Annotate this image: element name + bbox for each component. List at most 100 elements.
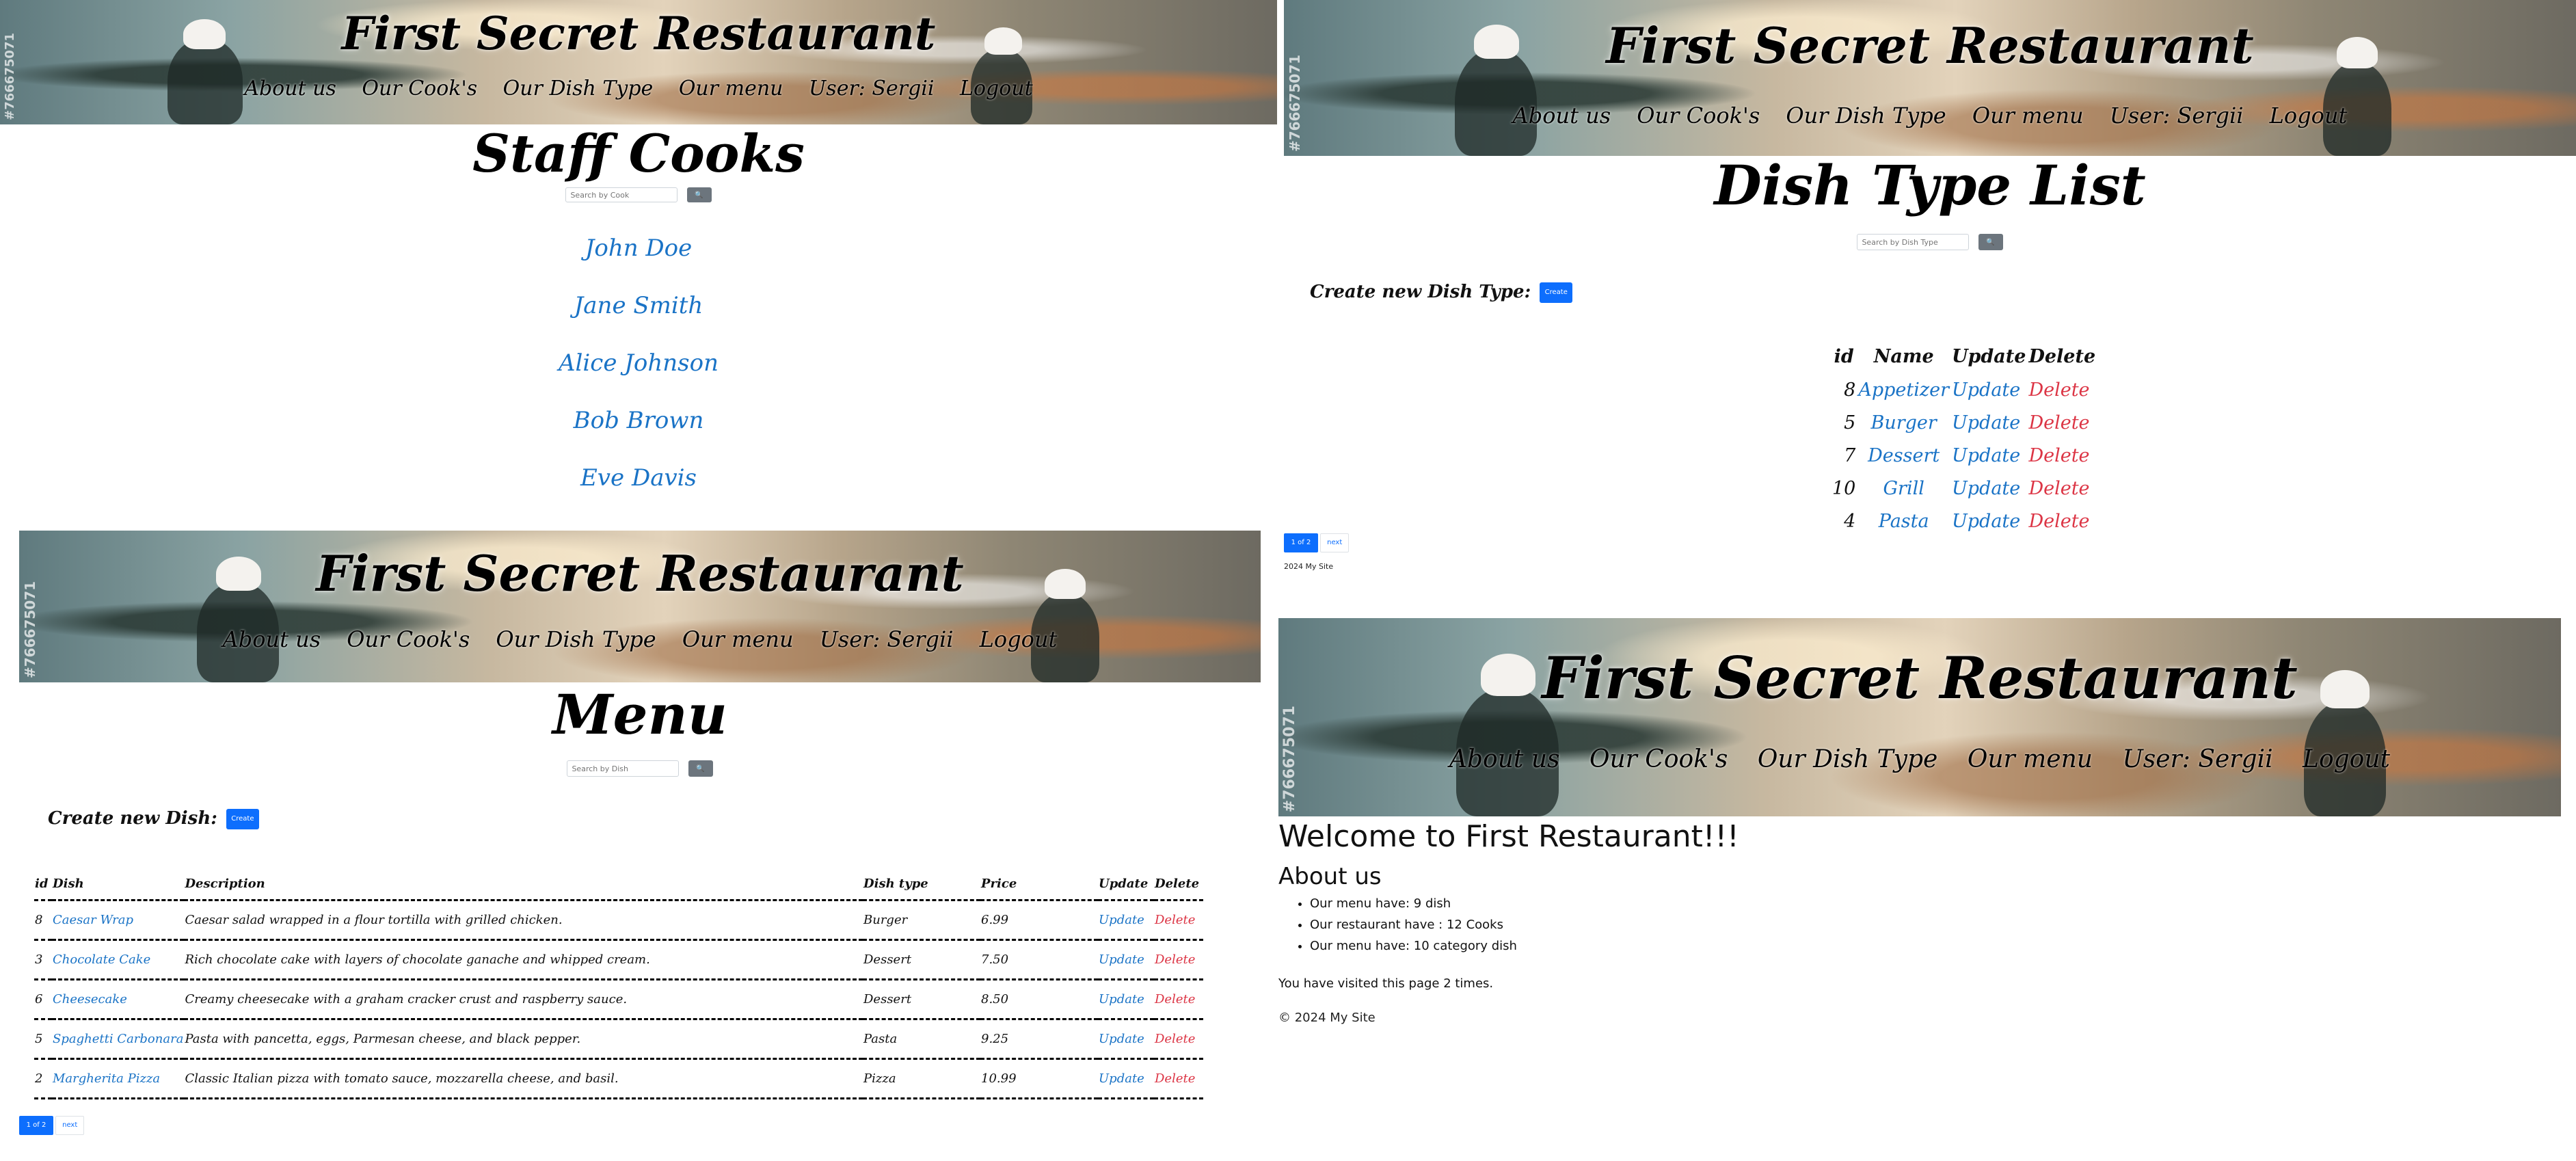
search-input[interactable] <box>567 760 680 777</box>
cook-link[interactable]: John Doe <box>585 235 693 262</box>
nav-menu[interactable]: Our menu <box>682 626 794 652</box>
nav-menu[interactable]: Our menu <box>1968 745 2093 773</box>
create-dish-type-row: Create new Dish Type: Create <box>1310 282 1573 303</box>
cell-description: Creamy cheesecake with a graham cracker … <box>184 979 863 1020</box>
dish-link[interactable]: Spaghetti Carbonara <box>53 1032 183 1046</box>
pagination: 1 of 2 next <box>19 1116 85 1135</box>
table-row: 3 Chocolate Cake Rich chocolate cake wit… <box>34 939 1203 980</box>
col-update: Update <box>1098 868 1154 901</box>
table-row: 10 Grill Update Delete <box>1831 472 2097 505</box>
page-next[interactable]: next <box>55 1116 85 1135</box>
dish-link[interactable]: Caesar Wrap <box>53 913 133 927</box>
delete-link[interactable]: Delete <box>1155 1071 1195 1086</box>
nav-user[interactable]: User: Sergii <box>809 77 934 101</box>
page-next[interactable]: next <box>1320 533 1350 552</box>
dish-link[interactable]: Chocolate Cake <box>53 952 150 967</box>
delete-link[interactable]: Delete <box>2028 379 2089 401</box>
cooks-page-panel: #766675071 First Secret Restaurant About… <box>0 0 1277 526</box>
create-button[interactable]: Create <box>1540 282 1573 303</box>
search-button[interactable]: 🔍 <box>688 760 713 777</box>
search-button[interactable]: 🔍 <box>686 187 712 202</box>
cook-link[interactable]: Alice Johnson <box>559 349 719 377</box>
search-input[interactable] <box>565 187 678 202</box>
update-link[interactable]: Update <box>1099 1071 1144 1086</box>
nav-cooks[interactable]: Our Cook's <box>362 77 477 101</box>
delete-link[interactable]: Delete <box>2028 511 2089 532</box>
nav-logout[interactable]: Logout <box>960 77 1033 101</box>
update-link[interactable]: Update <box>1952 379 2020 401</box>
stats-list: Our menu have: 9 dish Our restaurant hav… <box>1278 893 1517 957</box>
list-item: Our menu have: 9 dish <box>1310 893 1517 914</box>
dish-type-link[interactable]: Appetizer <box>1858 379 1949 401</box>
page-current: 1 of 2 <box>19 1116 53 1135</box>
update-link[interactable]: Update <box>1952 445 2020 466</box>
nav-about[interactable]: About us <box>223 626 321 652</box>
nav-menu[interactable]: Our menu <box>679 77 783 101</box>
dish-type-page-panel: #766675071 First Secret Restaurant About… <box>1284 0 2576 595</box>
page-title: Menu <box>552 682 727 747</box>
cell-description: Classic Italian pizza with tomato sauce,… <box>184 1058 863 1099</box>
table-row: 8 Appetizer Update Delete <box>1831 373 2097 406</box>
update-link[interactable]: Update <box>1952 511 2020 532</box>
nav-cooks[interactable]: Our Cook's <box>1589 745 1728 773</box>
cell-id: 8 <box>34 900 52 941</box>
nav-dish-type[interactable]: Our Dish Type <box>503 77 654 101</box>
cook-link[interactable]: Bob Brown <box>574 407 704 434</box>
update-link[interactable]: Update <box>1099 913 1144 927</box>
nav-dish-type[interactable]: Our Dish Type <box>1758 745 1938 773</box>
update-link[interactable]: Update <box>1099 1032 1144 1046</box>
dish-type-link[interactable]: Dessert <box>1868 445 1940 466</box>
cell-price: 10.99 <box>980 1058 1098 1099</box>
search-input[interactable] <box>1857 234 1970 250</box>
dish-link[interactable]: Margherita Pizza <box>53 1071 160 1086</box>
delete-link[interactable]: Delete <box>1155 952 1195 967</box>
nav-cooks[interactable]: Our Cook's <box>1637 103 1760 129</box>
cell-description: Caesar salad wrapped in a flour tortilla… <box>184 900 863 941</box>
dish-link[interactable]: Cheesecake <box>53 992 127 1006</box>
update-link[interactable]: Update <box>1952 478 2020 499</box>
create-button[interactable]: Create <box>226 809 259 829</box>
nav-logout[interactable]: Logout <box>2303 745 2390 773</box>
cook-link[interactable]: Eve Davis <box>580 464 697 492</box>
footer: 2024 My Site <box>1284 562 1334 571</box>
nav-about[interactable]: About us <box>244 77 336 101</box>
cook-link[interactable]: Jane Smith <box>574 292 703 319</box>
create-label: Create new Dish Type: <box>1310 282 1531 302</box>
list-item: Jane Smith <box>0 287 1277 345</box>
nav-logout[interactable]: Logout <box>2270 103 2348 129</box>
about-heading: About us <box>1278 863 1382 890</box>
nav-user[interactable]: User: Sergii <box>2110 103 2244 129</box>
delete-link[interactable]: Delete <box>2028 478 2089 499</box>
cell-id: 8 <box>1844 379 1856 401</box>
table-row: 6 Cheesecake Creamy cheesecake with a gr… <box>34 979 1203 1020</box>
dish-type-link[interactable]: Grill <box>1883 478 1924 499</box>
delete-link[interactable]: Delete <box>2028 445 2089 466</box>
update-link[interactable]: Update <box>1952 412 2020 433</box>
nav-user[interactable]: User: Sergii <box>2122 745 2272 773</box>
nav-about[interactable]: About us <box>1513 103 1611 129</box>
nav-menu[interactable]: Our menu <box>1972 103 2084 129</box>
nav-cooks[interactable]: Our Cook's <box>347 626 470 652</box>
delete-link[interactable]: Delete <box>1155 1032 1195 1046</box>
cell-dish-type: Dessert <box>863 979 980 1020</box>
update-link[interactable]: Update <box>1099 992 1144 1006</box>
nav-dish-type[interactable]: Our Dish Type <box>496 626 656 652</box>
search-form: 🔍 <box>1284 234 2576 250</box>
nav-dish-type[interactable]: Our Dish Type <box>1786 103 1946 129</box>
table-row: 2 Margherita Pizza Classic Italian pizza… <box>34 1058 1203 1099</box>
update-link[interactable]: Update <box>1099 952 1144 967</box>
search-button[interactable]: 🔍 <box>1978 234 2003 250</box>
delete-link[interactable]: Delete <box>1155 913 1195 927</box>
delete-link[interactable]: Delete <box>1155 992 1195 1006</box>
nav-about[interactable]: About us <box>1449 745 1559 773</box>
nav-user[interactable]: User: Sergii <box>820 626 954 652</box>
delete-link[interactable]: Delete <box>2028 412 2089 433</box>
dish-type-link[interactable]: Burger <box>1871 412 1937 433</box>
table-header-row: id Dish Description Dish type Price Upda… <box>34 868 1203 901</box>
dish-type-link[interactable]: Pasta <box>1879 511 1929 532</box>
list-item: Our menu have: 10 category dish <box>1310 935 1517 957</box>
cell-price: 6.99 <box>980 900 1098 941</box>
nav-logout[interactable]: Logout <box>980 626 1058 652</box>
menu-page-panel: #766675071 First Secret Restaurant About… <box>19 531 1261 1161</box>
header-banner: #766675071 First Secret Restaurant About… <box>0 0 1277 124</box>
